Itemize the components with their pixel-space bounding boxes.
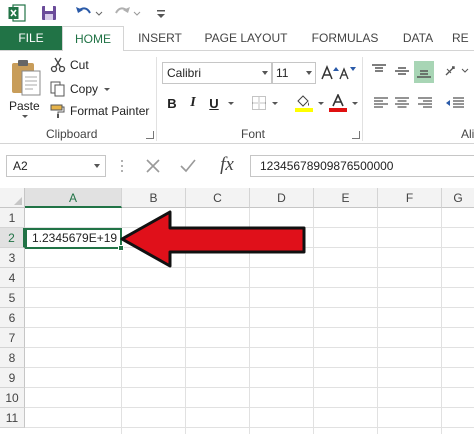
excel-logo-icon (8, 4, 26, 22)
row-header-6[interactable]: 6 (0, 308, 25, 328)
ribbon-home: Paste Cut Copy Format Painter Clipboard … (0, 50, 474, 144)
align-left-icon[interactable] (372, 93, 390, 113)
italic-button[interactable]: I (186, 93, 200, 113)
formula-input[interactable]: 12345678909876500000 (250, 155, 474, 177)
enter-check-icon[interactable] (175, 154, 201, 178)
group-divider (362, 57, 363, 141)
format-painter-label: Format Painter (70, 104, 150, 118)
paste-button[interactable]: Paste (6, 57, 46, 121)
cut-label: Cut (70, 58, 89, 72)
redo-icon[interactable] (114, 2, 144, 24)
row-header-3[interactable]: 3 (0, 248, 25, 268)
font-name-select[interactable]: Calibri (162, 62, 272, 84)
format-painter-button[interactable]: Format Painter (50, 101, 149, 121)
copy-dropdown-icon (104, 87, 111, 91)
decrease-indent-icon[interactable] (444, 93, 466, 113)
row-header-9[interactable]: 9 (0, 368, 25, 388)
align-bottom-icon[interactable] (414, 61, 434, 83)
row-header-5[interactable]: 5 (0, 288, 25, 308)
borders-dropdown-icon[interactable] (272, 102, 278, 105)
fill-color-dropdown-icon[interactable] (318, 102, 324, 105)
align-center-icon[interactable] (393, 93, 411, 113)
row-header-2[interactable]: 2 (0, 228, 25, 248)
column-header-c[interactable]: C (186, 188, 250, 208)
cell-a2[interactable]: 1.2345679E+19 (25, 228, 124, 251)
underline-button[interactable]: U (206, 93, 222, 113)
tab-home[interactable]: HOME (62, 26, 124, 51)
tab-formulas[interactable]: FORMULAS (305, 26, 385, 50)
tab-insert[interactable]: INSERT (130, 26, 190, 50)
insert-function-button[interactable]: fx (213, 152, 241, 178)
quick-access-toolbar (0, 0, 474, 26)
undo-icon[interactable] (74, 2, 104, 24)
align-right-icon[interactable] (416, 93, 434, 113)
tab-page-layout[interactable]: PAGE LAYOUT (196, 26, 296, 50)
alignment-group-label: Ali (461, 127, 474, 141)
cut-button[interactable]: Cut (50, 55, 89, 75)
tab-data[interactable]: DATA (394, 26, 442, 50)
group-divider (156, 57, 157, 141)
font-size-value: 11 (276, 66, 289, 80)
copy-button[interactable]: Copy (50, 79, 111, 99)
customize-qat-icon[interactable] (154, 2, 168, 24)
column-header-g[interactable]: G (442, 188, 474, 208)
row-header-1[interactable]: 1 (0, 208, 25, 228)
copy-label: Copy (70, 82, 99, 96)
font-group-label: Font (241, 127, 266, 141)
cell-a2-value: 1.2345679E+19 (32, 231, 118, 245)
column-header-e[interactable]: E (314, 188, 378, 208)
gridline (313, 208, 314, 434)
chevron-down-icon (94, 164, 100, 168)
name-box-value: A2 (13, 159, 28, 173)
gridline (377, 208, 378, 434)
formula-bar: A2 fx 12345678909876500000 (0, 144, 474, 188)
select-all-button[interactable] (0, 188, 25, 208)
row-header-11[interactable]: 11 (0, 408, 25, 428)
red-arrow-icon (120, 210, 306, 268)
row-header-4[interactable]: 4 (0, 268, 25, 288)
scissors-icon (50, 57, 66, 73)
increase-font-size-icon[interactable] (321, 63, 339, 83)
row-header-7[interactable]: 7 (0, 328, 25, 348)
font-size-select[interactable]: 11 (272, 62, 316, 84)
column-header-b[interactable]: B (122, 188, 186, 208)
font-name-value: Calibri (167, 66, 202, 80)
orientation-icon[interactable] (444, 61, 470, 81)
bold-button[interactable]: B (164, 93, 180, 113)
borders-icon[interactable] (250, 93, 268, 113)
paste-label: Paste (9, 99, 40, 113)
save-icon[interactable] (40, 2, 58, 24)
tab-review[interactable]: RE (452, 26, 474, 50)
column-header-f[interactable]: F (378, 188, 442, 208)
splitter-handle-icon[interactable] (120, 158, 124, 174)
tab-file[interactable]: FILE (0, 26, 62, 50)
row-header-10[interactable]: 10 (0, 388, 25, 408)
ribbon-tabs: FILE HOME INSERT PAGE LAYOUT FORMULAS DA… (0, 26, 474, 51)
fill-color-icon[interactable] (294, 93, 314, 113)
font-color-icon[interactable] (328, 93, 348, 113)
gridline (441, 208, 442, 434)
paste-dropdown-icon (22, 115, 28, 118)
cancel-icon[interactable] (140, 154, 166, 178)
column-header-d[interactable]: D (250, 188, 314, 208)
copy-icon (50, 81, 65, 97)
chevron-down-icon (306, 71, 312, 75)
chevron-down-icon (262, 71, 268, 75)
underline-dropdown-icon[interactable] (228, 102, 234, 105)
align-top-icon[interactable] (370, 61, 388, 81)
column-header-a[interactable]: A (25, 188, 122, 208)
clipboard-group-label: Clipboard (46, 127, 98, 141)
font-launcher-icon[interactable] (352, 131, 360, 139)
paste-icon (10, 59, 42, 102)
row-header-8[interactable]: 8 (0, 348, 25, 368)
name-box[interactable]: A2 (6, 155, 106, 177)
decrease-font-size-icon[interactable] (339, 63, 357, 83)
clipboard-launcher-icon[interactable] (146, 131, 154, 139)
font-color-dropdown-icon[interactable] (352, 102, 358, 105)
select-all-triangle-icon (14, 197, 22, 205)
paintbrush-icon (50, 104, 65, 118)
align-middle-icon[interactable] (393, 61, 411, 81)
